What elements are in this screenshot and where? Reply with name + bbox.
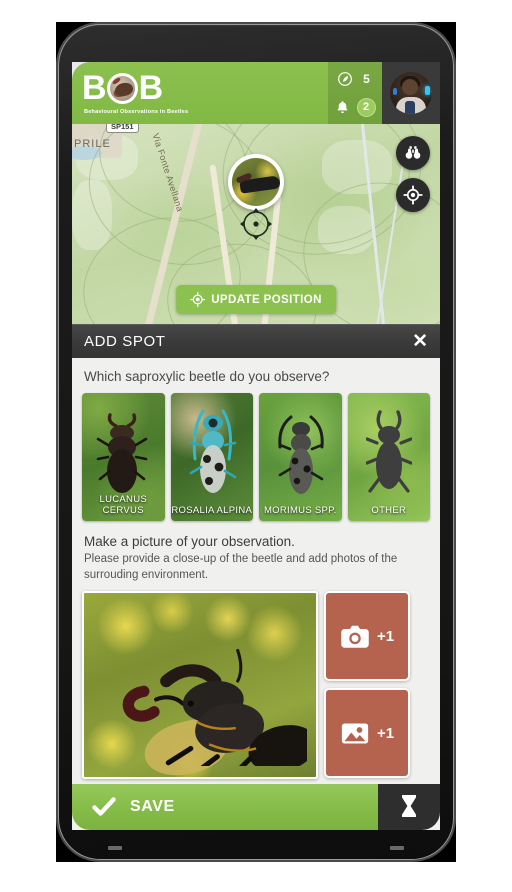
species-question: Which saproxylic beetle do you observe?	[84, 369, 330, 384]
hourglass-icon	[399, 794, 419, 820]
leaf-stat[interactable]: 5	[337, 67, 374, 91]
notification-stat[interactable]: 2	[335, 95, 376, 119]
main-photo-preview[interactable]	[82, 591, 318, 780]
species-card-lucanus-cervus[interactable]: LUCANUS CERVUS	[82, 393, 165, 521]
header-stats: 5 2	[328, 62, 382, 124]
save-label: SAVE	[130, 798, 175, 815]
photo-buttons: +1 +1	[324, 591, 410, 779]
species-label: OTHER	[371, 505, 407, 516]
camera-icon	[340, 624, 370, 649]
update-position-button[interactable]: UPDATE POSITION	[176, 285, 336, 314]
logo-letter-b2: B	[138, 69, 164, 107]
photo-instructions: Make a picture of your observation. Plea…	[72, 521, 440, 591]
notification-badge: 2	[356, 97, 376, 117]
bell-icon	[335, 99, 350, 115]
stag-beetle-photo-preview	[122, 648, 307, 766]
beetle-silhouette-icon	[365, 410, 412, 493]
species-label: ROSALIA ALPINA	[171, 505, 253, 516]
add-spot-title-bar: ADD SPOT ✕	[72, 324, 440, 358]
add-gallery-photo-button[interactable]: +1	[324, 688, 410, 779]
save-button[interactable]: SAVE	[72, 784, 378, 830]
bottom-marks	[56, 846, 456, 852]
logo-letter-b1: B	[82, 69, 107, 107]
app-logo[interactable]: B B Behavioural Observations in Beetles	[72, 62, 328, 124]
logo-mark: B B	[82, 70, 328, 106]
check-icon	[92, 797, 116, 817]
avatar	[390, 72, 432, 114]
species-label: LUCANUS CERVUS	[99, 494, 147, 516]
update-position-label: UPDATE POSITION	[211, 293, 322, 306]
photo-area: +1 +1	[72, 591, 440, 780]
logo-tagline: Behavioural Observations in Beetles	[84, 109, 189, 115]
take-photo-button[interactable]: +1	[324, 591, 410, 682]
species-card-morimus-spp[interactable]: MORIMUS SPP.	[259, 393, 342, 521]
close-icon[interactable]: ✕	[412, 332, 428, 351]
position-target-icon	[239, 207, 273, 241]
avatar-cell[interactable]	[382, 62, 440, 124]
phone-screen: B B Behavioural Observations in Beetles …	[72, 62, 440, 830]
screenshot-stage: B B Behavioural Observations in Beetles …	[0, 0, 512, 892]
add-spot-content: Which saproxylic beetle do you observe? …	[72, 358, 440, 830]
gallery-image-icon	[340, 721, 370, 746]
take-photo-label: +1	[376, 627, 395, 645]
map-place-label: PRILE	[74, 138, 111, 150]
species-label: MORIMUS SPP.	[263, 505, 337, 516]
binoculars-icon	[404, 144, 422, 162]
instruction-title: Make a picture of your observation.	[84, 534, 295, 549]
add-gallery-photo-label: +1	[376, 724, 395, 742]
history-button[interactable]	[378, 784, 440, 830]
map-road-shield: SP151	[106, 124, 139, 133]
locate-crosshair-icon	[403, 185, 423, 205]
species-selector: LUCANUS CERVUS ROSALIA ALPINA MORIMUS SP…	[72, 393, 440, 521]
morimus-beetle-photo	[278, 415, 324, 494]
species-card-other[interactable]: OTHER	[347, 393, 430, 521]
leaf-count: 5	[363, 72, 370, 86]
stag-beetle-photo	[96, 413, 148, 493]
observation-photo-marker[interactable]	[228, 154, 284, 210]
instruction-body: Please provide a close-up of the beetle …	[84, 553, 398, 581]
logo-beetle-lens-icon	[106, 72, 138, 104]
bottom-action-bar: SAVE	[72, 784, 440, 830]
page-title: ADD SPOT	[84, 333, 166, 350]
app-header: B B Behavioural Observations in Beetles …	[72, 62, 440, 124]
locate-button[interactable]	[396, 178, 430, 212]
map-view[interactable]: PRILE SP151 Via Fonte Avellana UPDATE PO…	[72, 124, 440, 324]
species-card-rosalia-alpina[interactable]: ROSALIA ALPINA	[170, 393, 253, 521]
target-icon	[190, 292, 206, 307]
binoculars-button[interactable]	[396, 136, 430, 170]
leaf-icon	[337, 71, 353, 87]
rosalia-beetle-photo	[189, 409, 236, 493]
